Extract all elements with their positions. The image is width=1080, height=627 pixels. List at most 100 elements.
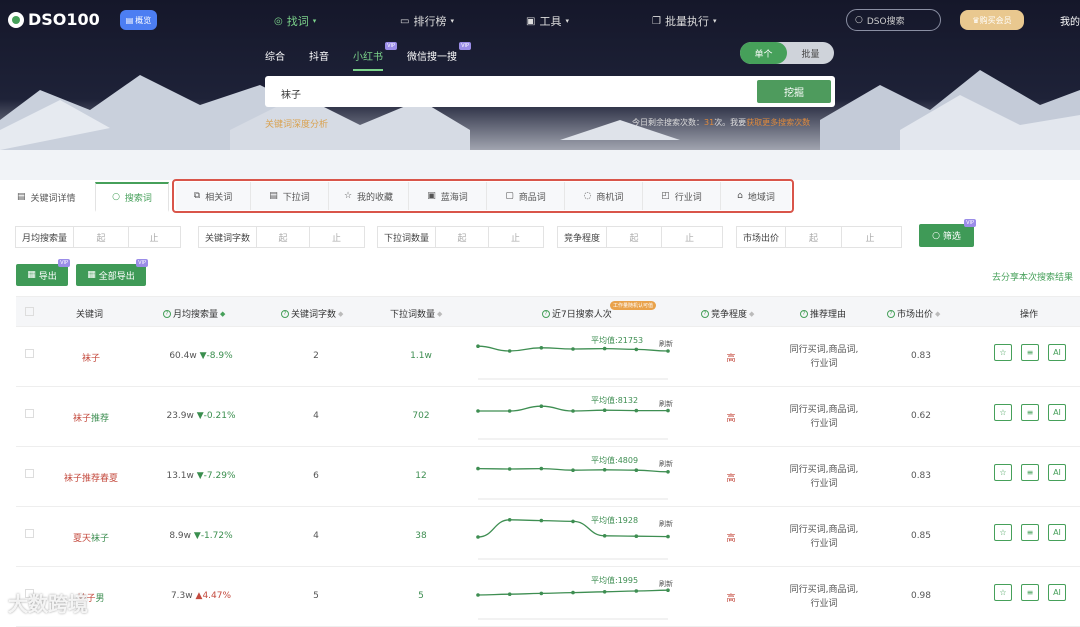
logo[interactable]: DSO100 bbox=[8, 10, 100, 29]
col-reason: ? 推荐理由 bbox=[800, 307, 846, 320]
star-button[interactable]: ☆ bbox=[994, 524, 1012, 541]
col-week: ? 近7日搜索人次 工作量随机认可值 bbox=[542, 301, 657, 320]
reason-line: 行业词 bbox=[810, 479, 838, 489]
col-dropdown[interactable]: 下拉词数量 ◆ bbox=[390, 307, 442, 321]
filter-max-input[interactable]: 止 bbox=[662, 227, 717, 247]
get-more-quota-link[interactable]: 获取更多搜索次数 bbox=[746, 118, 810, 127]
search-icon: ○ bbox=[112, 192, 120, 202]
star-button[interactable]: ☆ bbox=[994, 344, 1012, 361]
list-button[interactable]: ≡ bbox=[1021, 344, 1039, 361]
deep-analysis-link[interactable]: 关键词深度分析 bbox=[265, 117, 328, 130]
filter-max-input[interactable]: 止 bbox=[842, 227, 898, 247]
refresh-link[interactable]: 刷新 bbox=[659, 519, 673, 529]
refresh-link[interactable]: 刷新 bbox=[659, 459, 673, 469]
ai-label: AI bbox=[1053, 528, 1061, 537]
sparkline-point bbox=[666, 534, 670, 539]
table-row: 袜子推荐 23.9w ▼-0.21% 4 702 平均值:8132 刷新高同行买词,商品词… bbox=[16, 387, 1080, 447]
tab-product[interactable]: ▢ 商品词 bbox=[487, 182, 565, 210]
tab-general[interactable]: 综合 bbox=[265, 48, 285, 71]
chart-icon: ◰ bbox=[661, 191, 670, 201]
col-monthly[interactable]: ? 月均搜索量 ◆ bbox=[163, 307, 225, 320]
filter-keyword-length: 关键词字数起止 bbox=[198, 226, 365, 248]
row-actions: ☆ ≡ AI bbox=[994, 464, 1066, 481]
filter-min-input[interactable]: 起 bbox=[257, 227, 311, 247]
filter-min-input[interactable]: 起 bbox=[74, 227, 130, 247]
filter-max-input[interactable]: 止 bbox=[129, 227, 179, 247]
ai-button[interactable]: AI bbox=[1048, 344, 1066, 361]
share-results-link[interactable]: 去分享本次搜索结果 bbox=[992, 270, 1073, 283]
col-competition[interactable]: ? 竞争程度 ◆ bbox=[701, 307, 754, 320]
filter-min-input[interactable]: 起 bbox=[436, 227, 490, 247]
sort-icon: ◆ bbox=[338, 309, 344, 318]
vip-badge: VIP bbox=[385, 42, 397, 50]
competition-level: 高 bbox=[726, 354, 736, 364]
crown-icon: ♛ bbox=[972, 15, 980, 25]
export-button[interactable]: ▦ 导出 VIP bbox=[16, 259, 70, 286]
bulb-icon: ◌ bbox=[583, 191, 592, 201]
filter-max-input[interactable]: 止 bbox=[310, 227, 363, 247]
tab-opportunity[interactable]: ◌ 商机词 bbox=[565, 182, 643, 210]
mode-batch[interactable]: 批量 bbox=[787, 42, 834, 64]
refresh-link[interactable]: 刷新 bbox=[659, 399, 673, 409]
nav-rankings[interactable]: ▭ 排行榜 ▾ bbox=[400, 13, 454, 29]
nav-find-words[interactable]: ◎ 找词 ▾ bbox=[274, 13, 316, 29]
tab-favorites[interactable]: ☆ 我的收藏 bbox=[329, 182, 409, 210]
mode-single[interactable]: 单个 bbox=[740, 42, 787, 64]
tab-xiaohongshu[interactable]: 小红书 VIP bbox=[353, 42, 397, 71]
filter-min-input[interactable]: 起 bbox=[607, 227, 663, 247]
filter-max-input[interactable]: 止 bbox=[489, 227, 542, 247]
tab-region[interactable]: ⌂ 地域词 bbox=[721, 182, 791, 210]
tab-industry[interactable]: ◰ 行业词 bbox=[643, 182, 721, 210]
sort-icon: ◆ bbox=[220, 309, 226, 318]
refresh-link[interactable]: 刷新 bbox=[659, 579, 673, 589]
export-all-button[interactable]: ▦ 全部导出 VIP bbox=[76, 259, 148, 286]
chevron-down-icon: ▾ bbox=[565, 17, 569, 25]
col-length[interactable]: ? 关键词字数 ◆ bbox=[281, 307, 343, 320]
star-button[interactable]: ☆ bbox=[994, 584, 1012, 601]
sparkline-point bbox=[571, 590, 575, 595]
tab-blue-ocean[interactable]: ▣ 蓝海词 bbox=[409, 182, 487, 210]
tab-related[interactable]: ⧉ 相关词 bbox=[176, 182, 251, 210]
row-actions: ☆ ≡ AI bbox=[994, 584, 1066, 601]
tab-label: 搜索词 bbox=[124, 193, 152, 204]
tab-douyin[interactable]: 抖音 bbox=[309, 48, 329, 71]
list-icon: ≡ bbox=[1026, 588, 1034, 597]
sparkline-point bbox=[634, 534, 639, 538]
select-all-checkbox[interactable] bbox=[25, 307, 34, 316]
nav-tools[interactable]: ▣ 工具 ▾ bbox=[526, 13, 569, 29]
list-button[interactable]: ≡ bbox=[1021, 464, 1039, 481]
nav-label: 排行榜 bbox=[413, 15, 447, 28]
dig-button[interactable]: 挖掘 bbox=[757, 80, 831, 103]
ai-button[interactable]: AI bbox=[1048, 464, 1066, 481]
sparkline-point bbox=[571, 409, 575, 413]
list-button[interactable]: ≡ bbox=[1021, 524, 1039, 541]
my-account-link[interactable]: 我的 bbox=[1060, 13, 1080, 28]
list-button[interactable]: ≡ bbox=[1021, 584, 1039, 601]
filter-button[interactable]: ○ 筛选 VIP bbox=[919, 219, 976, 247]
location-icon: ⌂ bbox=[737, 191, 743, 201]
tab-search-words[interactable]: ○ 搜索词 bbox=[95, 182, 169, 212]
ai-button[interactable]: AI bbox=[1048, 524, 1066, 541]
mode-toggle: 单个 批量 bbox=[740, 42, 834, 64]
sparkline-point bbox=[666, 408, 670, 413]
nav-batch[interactable]: ❐ 批量执行 ▾ bbox=[652, 13, 716, 29]
overview-button[interactable]: ▤ 概览 bbox=[120, 10, 157, 30]
ai-button[interactable]: AI bbox=[1048, 404, 1066, 421]
star-button[interactable]: ☆ bbox=[994, 464, 1012, 481]
global-search[interactable]: ○ DSO搜索 bbox=[846, 9, 941, 31]
star-button[interactable]: ☆ bbox=[994, 404, 1012, 421]
keyword-input[interactable]: 袜子 bbox=[281, 86, 301, 101]
filter-min-input[interactable]: 起 bbox=[786, 227, 843, 247]
list-button[interactable]: ≡ bbox=[1021, 404, 1039, 421]
sparkline-point bbox=[476, 466, 480, 471]
sparkline-point bbox=[666, 470, 670, 474]
tab-dropdown[interactable]: ▤ 下拉词 bbox=[251, 182, 329, 210]
col-bid[interactable]: ? 市场出价 ◆ bbox=[887, 307, 940, 320]
refresh-link[interactable]: 刷新 bbox=[659, 339, 673, 349]
tab-keyword-detail[interactable]: ▤ 关键词详情 bbox=[17, 182, 97, 212]
tab-label: 行业词 bbox=[674, 192, 702, 203]
tab-wechat[interactable]: 微信搜一搜 VIP bbox=[407, 42, 471, 71]
buy-vip-button[interactable]: ♛ 购买会员 bbox=[960, 10, 1024, 30]
ai-button[interactable]: AI bbox=[1048, 584, 1066, 601]
star-icon: ☆ bbox=[999, 468, 1007, 477]
